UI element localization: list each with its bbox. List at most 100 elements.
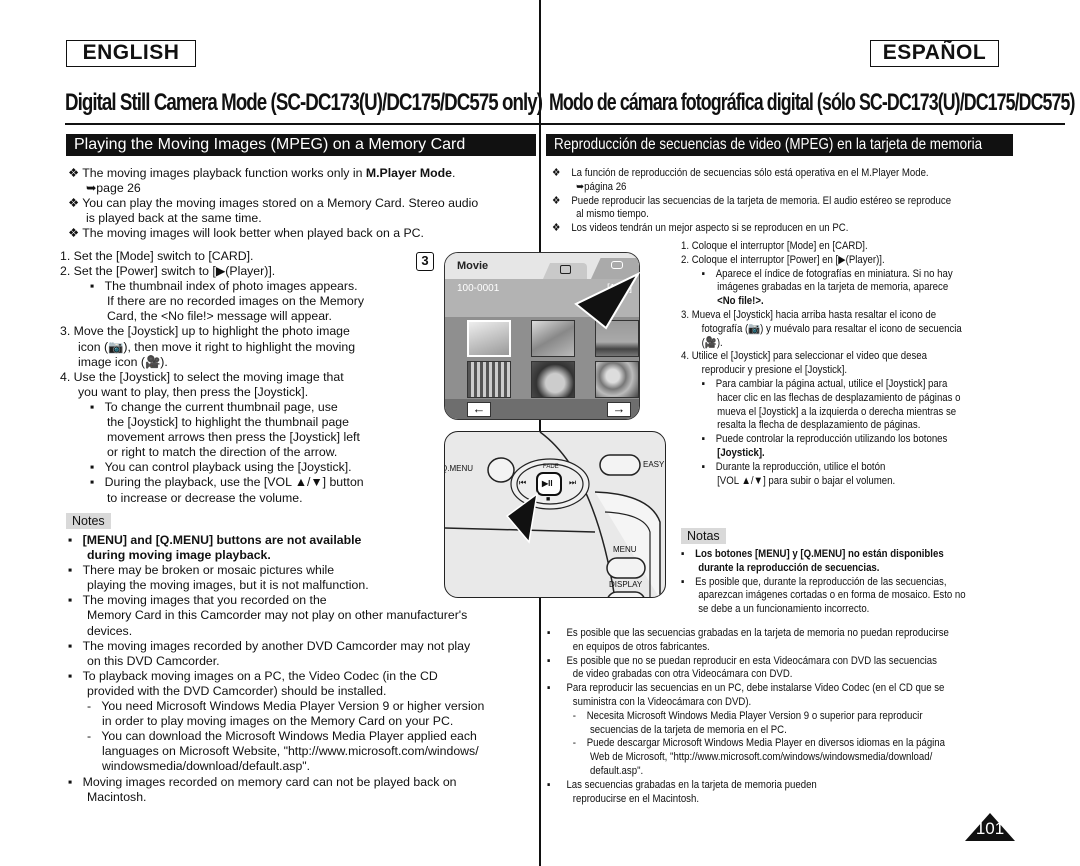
thumbnail-cactus[interactable] xyxy=(531,361,575,398)
en-note: ▪ To playback moving images on a PC, the… xyxy=(68,668,438,683)
display-label: DISPLAY xyxy=(609,580,643,589)
en-note-sub: - You need Microsoft Windows Media Playe… xyxy=(87,699,485,714)
es-note: ▪ Es posible que no se puedan reproducir… xyxy=(547,654,937,667)
en-step-4-text: you want to play, then press the [Joysti… xyxy=(78,384,309,399)
screen-mode-label: Movie xyxy=(457,260,489,272)
en-note-cont: during moving image playback. xyxy=(87,548,271,563)
es-step-2-text: <No file!>. xyxy=(717,295,764,308)
es-intro-item: ❖ Los videos tendrán un mejor aspecto si… xyxy=(552,222,849,235)
es-note-sub-cont: default.asp". xyxy=(590,764,644,777)
easy-q-button-shape[interactable] xyxy=(599,454,641,476)
en-note-cont: Macintosh. xyxy=(87,789,147,804)
es-note: ▪ Los botones [MENU] y [Q.MENU] no están… xyxy=(681,548,944,560)
es-note-sub-cont: secuencias de la tarjeta de memoria en e… xyxy=(590,723,787,736)
en-note-cont: provided with the DVD Camcorder) should … xyxy=(87,683,387,698)
es-step-4-text: reproducir y presione el [Joystick]. xyxy=(701,364,848,377)
es-notes-top: ▪ Los botones [MENU] y [Q.MENU] no están… xyxy=(681,548,966,617)
next-icon: ⏭ xyxy=(569,478,577,487)
thumbnail-flowers[interactable] xyxy=(595,361,639,398)
en-intro-page-ref: ➥page 26 xyxy=(86,181,141,196)
es-note-sub: - Puede descargar Microsoft Windows Medi… xyxy=(572,737,946,750)
es-step-4-bullet: ▪ Para cambiar la página actual, utilice… xyxy=(701,377,948,390)
en-note: ▪ Moving images recorded on memory card … xyxy=(68,774,457,789)
en-step-4-text: to increase or decrease the volume. xyxy=(107,490,303,505)
camera-icon xyxy=(560,265,571,274)
es-step-4: 4. Utilice el [Joystick] para selecciona… xyxy=(681,350,928,363)
es-step-3: 3. Mueva el [Joystick] hacia arriba hast… xyxy=(681,308,937,321)
menu-button-shape[interactable] xyxy=(606,557,646,579)
en-step-2-text: If there are no recorded images on the M… xyxy=(107,294,364,309)
en-note-cont: on this DVD Camcorder. xyxy=(87,653,220,668)
es-step-3-text: (🎥). xyxy=(701,336,723,349)
en-step-4-bullet: ▪ You can control playback using the [Jo… xyxy=(90,460,352,475)
en-intro-item: ❖ The moving images will look better whe… xyxy=(68,226,424,241)
en-step-1: 1. Set the [Mode] switch to [CARD]. xyxy=(60,249,254,263)
en-step-4-bullet: ▪ During the playback, use the [VOL ▲/▼]… xyxy=(90,475,364,490)
figure-connector-top xyxy=(539,0,541,252)
en-note-cont: Memory Card in this Camcorder may not pl… xyxy=(87,608,468,623)
menu-label: MENU xyxy=(613,545,637,554)
es-intro-item: ❖ Puede reproducir las secuencias de la … xyxy=(552,194,952,207)
en-step-3-text: image icon (🎥). xyxy=(78,354,168,369)
en-note: ▪ The moving images recorded by another … xyxy=(68,638,471,653)
en-intro-item: ❖ You can play the moving images stored … xyxy=(68,196,479,211)
thumbnail-dolphin[interactable] xyxy=(531,320,575,357)
en-note-sub-cont: in order to play moving images on the Me… xyxy=(102,714,454,729)
es-note: ▪ Las secuencias grabadas en la tarjeta … xyxy=(547,778,817,791)
en-step-4-bullet: ▪ To change the current thumbnail page, … xyxy=(90,399,338,414)
en-steps: 1. Set the [Mode] switch to [CARD]. 2. S… xyxy=(60,249,364,506)
es-steps: 1. Coloque el interruptor [Mode] en [CAR… xyxy=(681,240,962,488)
pointer-arrow-screen xyxy=(574,271,641,330)
en-note-sub-cont: languages on Microsoft Website, "http://… xyxy=(102,744,479,759)
qmenu-button-shape[interactable] xyxy=(487,457,515,483)
es-note-cont: reproducirse en el Macintosh. xyxy=(572,792,700,805)
en-note: ▪ The moving images that you recorded on… xyxy=(68,593,327,608)
en-step-4-text: the [Joystick] to highlight the thumbnai… xyxy=(107,415,349,430)
step-badge: 3 xyxy=(416,252,434,271)
es-step-4-text: [VOL ▲/▼] para subir o bajar el volumen. xyxy=(717,474,896,487)
es-note: ▪ Es posible que, durante la reproducció… xyxy=(681,575,947,588)
en-step-3: 3. Move the [Joystick] up to highlight t… xyxy=(60,324,350,339)
section-banner-spanish: Reproducción de secuencias de video (MPE… xyxy=(546,134,1013,156)
es-step-2-text: imágenes grabadas en la tarjeta de memor… xyxy=(717,281,949,294)
camcorder-buttons-illustration: Q.MENU FADE EASY Q ⏮ ▶II ⏭ ■ MENU DISPLA… xyxy=(444,431,666,598)
en-intro-item: ❖ The moving images playback function wo… xyxy=(68,166,456,180)
en-intro: ❖ The moving images playback function wo… xyxy=(68,166,478,241)
es-step-2: 2. Coloque el interruptor [Power] en [▶(… xyxy=(681,253,885,266)
page-title-spanish: Modo de cámara fotográfica digital (sólo… xyxy=(549,89,1075,116)
thumbnail-soccer-player[interactable] xyxy=(467,320,511,357)
en-note-cont: devices. xyxy=(87,623,133,638)
es-step-1: 1. Coloque el interruptor [Mode] en [CAR… xyxy=(681,240,868,252)
en-step-4-text: movement arrows then press the [Joystick… xyxy=(107,430,360,445)
en-step-3-text: icon (📷), then move it right to highligh… xyxy=(78,339,356,354)
camcorder-body-lines xyxy=(445,432,661,598)
next-page-arrow[interactable]: → xyxy=(607,402,631,417)
section-banner-english: Playing the Moving Images (MPEG) on a Me… xyxy=(66,134,536,156)
language-label-english: ENGLISH xyxy=(66,40,196,67)
es-intro-page-ref: ➥página 26 xyxy=(576,180,627,193)
es-note-cont: durante la reproducción de secuencias. xyxy=(698,561,880,574)
es-note-cont: aparezcan imágenes cortadas o en forma d… xyxy=(698,589,966,602)
prev-icon: ⏮ xyxy=(519,478,527,487)
en-step-4: 4. Use the [Joystick] to select the movi… xyxy=(60,369,344,384)
en-notes-label: Notes xyxy=(66,513,111,529)
en-step-2: 2. Set the [Power] switch to [▶(Player)]… xyxy=(60,264,276,279)
es-step-4-text: [Joystick]. xyxy=(717,446,765,459)
easy-q-label: EASY Q xyxy=(643,460,665,469)
es-note-cont: de video grabadas con otra Videocámara c… xyxy=(572,668,793,681)
en-note: ▪ There may be broken or mosaic pictures… xyxy=(68,563,335,578)
thumbnail-parrot[interactable] xyxy=(467,361,511,398)
es-intro-item: ❖ La función de reproducción de secuenci… xyxy=(552,167,929,179)
en-note-sub-cont: windowsmedia/download/default.asp". xyxy=(102,759,311,774)
es-step-4-text: resalta la flecha de desplazamiento de p… xyxy=(717,419,921,432)
es-intro: ❖ La función de reproducción de secuenci… xyxy=(552,167,951,236)
display-button-shape[interactable] xyxy=(607,591,645,598)
file-id: 100-0001 xyxy=(457,283,500,294)
prev-page-arrow[interactable]: ← xyxy=(467,402,491,417)
es-note-cont: en equipos de otros fabricantes. xyxy=(572,640,710,653)
es-note-sub-cont: Web de Microsoft, "http://www.microsoft.… xyxy=(590,751,933,764)
figure-connector-bottom xyxy=(539,598,541,866)
en-notes: ▪ [MENU] and [Q.MENU] buttons are not av… xyxy=(68,533,484,805)
es-step-4-bullet: ▪ Durante la reproducción, utilice el bo… xyxy=(701,460,886,473)
language-label-spanish: ESPAÑOL xyxy=(870,40,999,67)
